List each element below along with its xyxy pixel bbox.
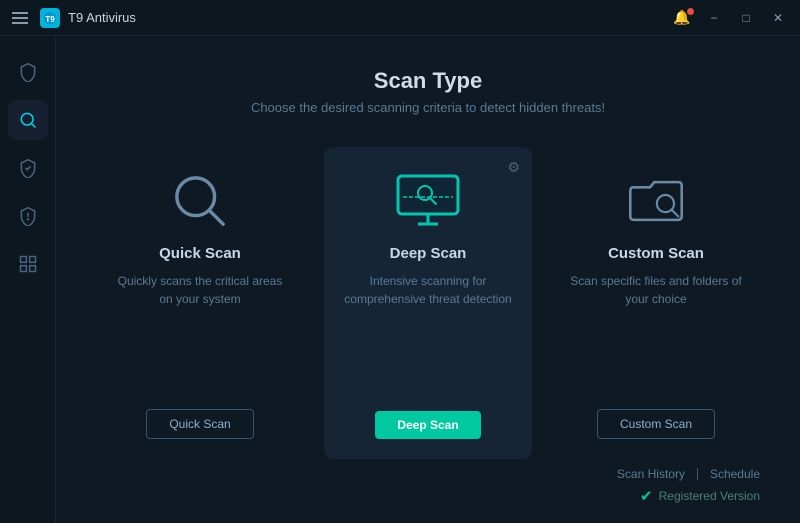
custom-scan-card: Custom Scan Scan specific files and fold… — [552, 147, 760, 459]
custom-scan-button[interactable]: Custom Scan — [597, 409, 715, 439]
sidebar-item-grid[interactable] — [8, 244, 48, 284]
custom-scan-icon — [621, 171, 691, 231]
page-title: Scan Type — [96, 68, 760, 94]
custom-scan-title: Custom Scan — [608, 245, 704, 262]
page-subtitle: Choose the desired scanning criteria to … — [96, 100, 760, 115]
svg-text:T9: T9 — [45, 15, 55, 24]
app-title: T9 Antivirus — [68, 10, 136, 25]
sidebar-item-protection[interactable] — [8, 52, 48, 92]
scan-cards: Quick Scan Quickly scans the critical ar… — [96, 147, 760, 459]
notification-button[interactable]: 🔔 — [668, 6, 696, 30]
sidebar-item-shield2[interactable] — [8, 196, 48, 236]
notification-badge-dot — [687, 8, 694, 15]
custom-scan-desc: Scan specific files and folders of your … — [568, 272, 744, 391]
sidebar-item-check[interactable] — [8, 148, 48, 188]
quick-scan-card: Quick Scan Quickly scans the critical ar… — [96, 147, 304, 459]
deep-scan-desc: Intensive scanning for comprehensive thr… — [340, 272, 516, 393]
content-area: Scan Type Choose the desired scanning cr… — [56, 36, 800, 523]
registered-row: ✔ Registered Version — [96, 485, 760, 507]
sidebar — [0, 36, 56, 523]
hamburger-menu[interactable] — [8, 8, 32, 28]
close-button[interactable]: ✕ — [764, 6, 792, 30]
footer-links: Scan History Schedule — [96, 459, 760, 485]
deep-scan-settings-icon[interactable]: ⚙ — [507, 159, 520, 176]
deep-scan-button[interactable]: Deep Scan — [375, 411, 480, 439]
maximize-button[interactable]: □ — [732, 6, 760, 30]
quick-scan-button[interactable]: Quick Scan — [146, 409, 253, 439]
minimize-button[interactable]: − — [700, 6, 728, 30]
deep-scan-title: Deep Scan — [390, 245, 467, 262]
sidebar-item-scan[interactable] — [8, 100, 48, 140]
app-icon: T9 — [40, 8, 60, 28]
title-bar-left: T9 T9 Antivirus — [8, 8, 136, 28]
title-bar-controls: 🔔 − □ ✕ — [668, 6, 792, 30]
quick-scan-desc: Quickly scans the critical areas on your… — [112, 272, 288, 391]
schedule-link[interactable]: Schedule — [710, 467, 760, 481]
main-layout: Scan Type Choose the desired scanning cr… — [0, 36, 800, 523]
quick-scan-icon — [165, 171, 235, 231]
deep-scan-card: ⚙ — [324, 147, 532, 459]
quick-scan-title: Quick Scan — [159, 245, 241, 262]
footer-divider — [697, 468, 698, 480]
scan-history-link[interactable]: Scan History — [617, 467, 685, 481]
registered-check-icon: ✔ — [640, 487, 653, 505]
title-bar: T9 T9 Antivirus 🔔 − □ ✕ — [0, 0, 800, 36]
registered-label: Registered Version — [659, 489, 760, 503]
deep-scan-icon — [393, 171, 463, 231]
